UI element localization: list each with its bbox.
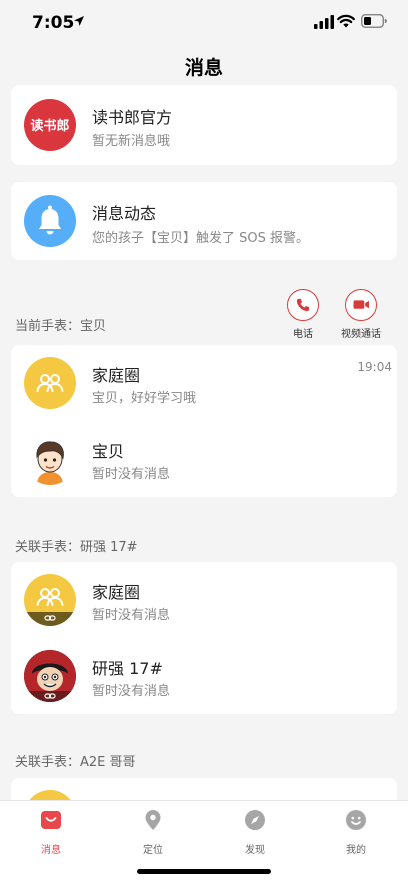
official-subtitle: 暂无新消息哦 xyxy=(92,134,171,149)
conversation-title: 家庭圈 xyxy=(92,366,141,385)
tab-label: 发现 xyxy=(245,845,265,856)
linked-child-avatar xyxy=(24,650,76,702)
bell-icon xyxy=(24,195,76,247)
conversation-title: 宝贝 xyxy=(92,442,125,461)
conversation-row[interactable]: 家庭圈 宝贝，好好学习哦 19:04 xyxy=(11,345,397,421)
conversation-title: 家庭圈 xyxy=(92,583,141,602)
official-title: 读书郎官方 xyxy=(92,108,173,127)
phone-icon xyxy=(296,298,310,312)
child-avatar xyxy=(24,433,76,485)
tab-me[interactable]: 我的 xyxy=(326,809,386,856)
conversation-preview: 暂时没有消息 xyxy=(92,608,171,623)
tab-label: 定位 xyxy=(143,845,163,856)
conversation-time: 19:04 xyxy=(357,360,392,374)
updates-subtitle: 您的孩子【宝贝】触发了 SOS 报警。 xyxy=(92,231,310,246)
messages-screen: 7:05 消息 读书郎 读书郎官方 暂无新消息哦 消息动态 您的孩子【宝贝】触发… xyxy=(0,0,408,883)
conversation-row[interactable]: 研强 17# 暂时没有消息 xyxy=(11,638,397,714)
call-button[interactable]: 电话 xyxy=(281,289,325,340)
video-camera-icon xyxy=(353,300,369,309)
video-call-label: 视频通话 xyxy=(341,329,381,340)
status-bar: 7:05 xyxy=(0,0,408,44)
conversation-row[interactable]: 宝贝 暂时没有消息 xyxy=(11,421,397,497)
linked-watch-label: 关联手表：研强 17# xyxy=(15,540,138,555)
linked-watch-label: 关联手表：A2E 哥哥 xyxy=(15,755,136,770)
conversation-preview: 宝贝，好好学习哦 xyxy=(92,391,197,406)
home-indicator[interactable] xyxy=(137,869,271,874)
linked-watch-card: 家庭圈 暂时没有消息 研强 17# 暂时没有消息 xyxy=(11,562,397,714)
battery-icon xyxy=(361,14,387,28)
official-account-card[interactable]: 读书郎 读书郎官方 暂无新消息哦 xyxy=(11,85,397,165)
conversation-title: 研强 17# xyxy=(92,659,163,678)
conversation-preview: 暂时没有消息 xyxy=(92,467,171,482)
location-pin-icon xyxy=(145,810,161,830)
current-watch-label: 当前手表：宝贝 xyxy=(15,319,107,334)
page-title: 消息 xyxy=(184,57,223,79)
smiley-icon xyxy=(346,810,366,830)
family-group-icon xyxy=(24,357,76,409)
call-label: 电话 xyxy=(293,329,313,340)
tab-bar: 消息 定位 发现 我的 xyxy=(0,800,408,883)
linked-family-group-icon xyxy=(24,574,76,626)
conversation-preview: 暂时没有消息 xyxy=(92,684,171,699)
video-call-button[interactable]: 视频通话 xyxy=(339,289,383,340)
conversation-row[interactable]: 家庭圈 暂时没有消息 xyxy=(11,562,397,638)
tab-label: 消息 xyxy=(41,845,61,856)
tab-discover[interactable]: 发现 xyxy=(225,809,285,856)
tab-messages[interactable]: 消息 xyxy=(21,809,81,856)
message-icon xyxy=(41,811,61,829)
location-arrow-icon xyxy=(74,16,84,26)
tab-location[interactable]: 定位 xyxy=(123,809,183,856)
tab-label: 我的 xyxy=(346,845,366,856)
wifi-icon xyxy=(337,14,355,28)
current-watch-card: 家庭圈 宝贝，好好学习哦 19:04 宝贝 暂时没有消息 xyxy=(11,345,397,497)
cellular-signal-icon xyxy=(314,15,334,29)
status-time: 7:05 xyxy=(32,13,75,33)
updates-title: 消息动态 xyxy=(92,204,157,223)
dushulang-logo: 读书郎 xyxy=(24,99,76,151)
compass-icon xyxy=(245,810,265,830)
message-updates-card[interactable]: 消息动态 您的孩子【宝贝】触发了 SOS 报警。 xyxy=(11,182,397,260)
